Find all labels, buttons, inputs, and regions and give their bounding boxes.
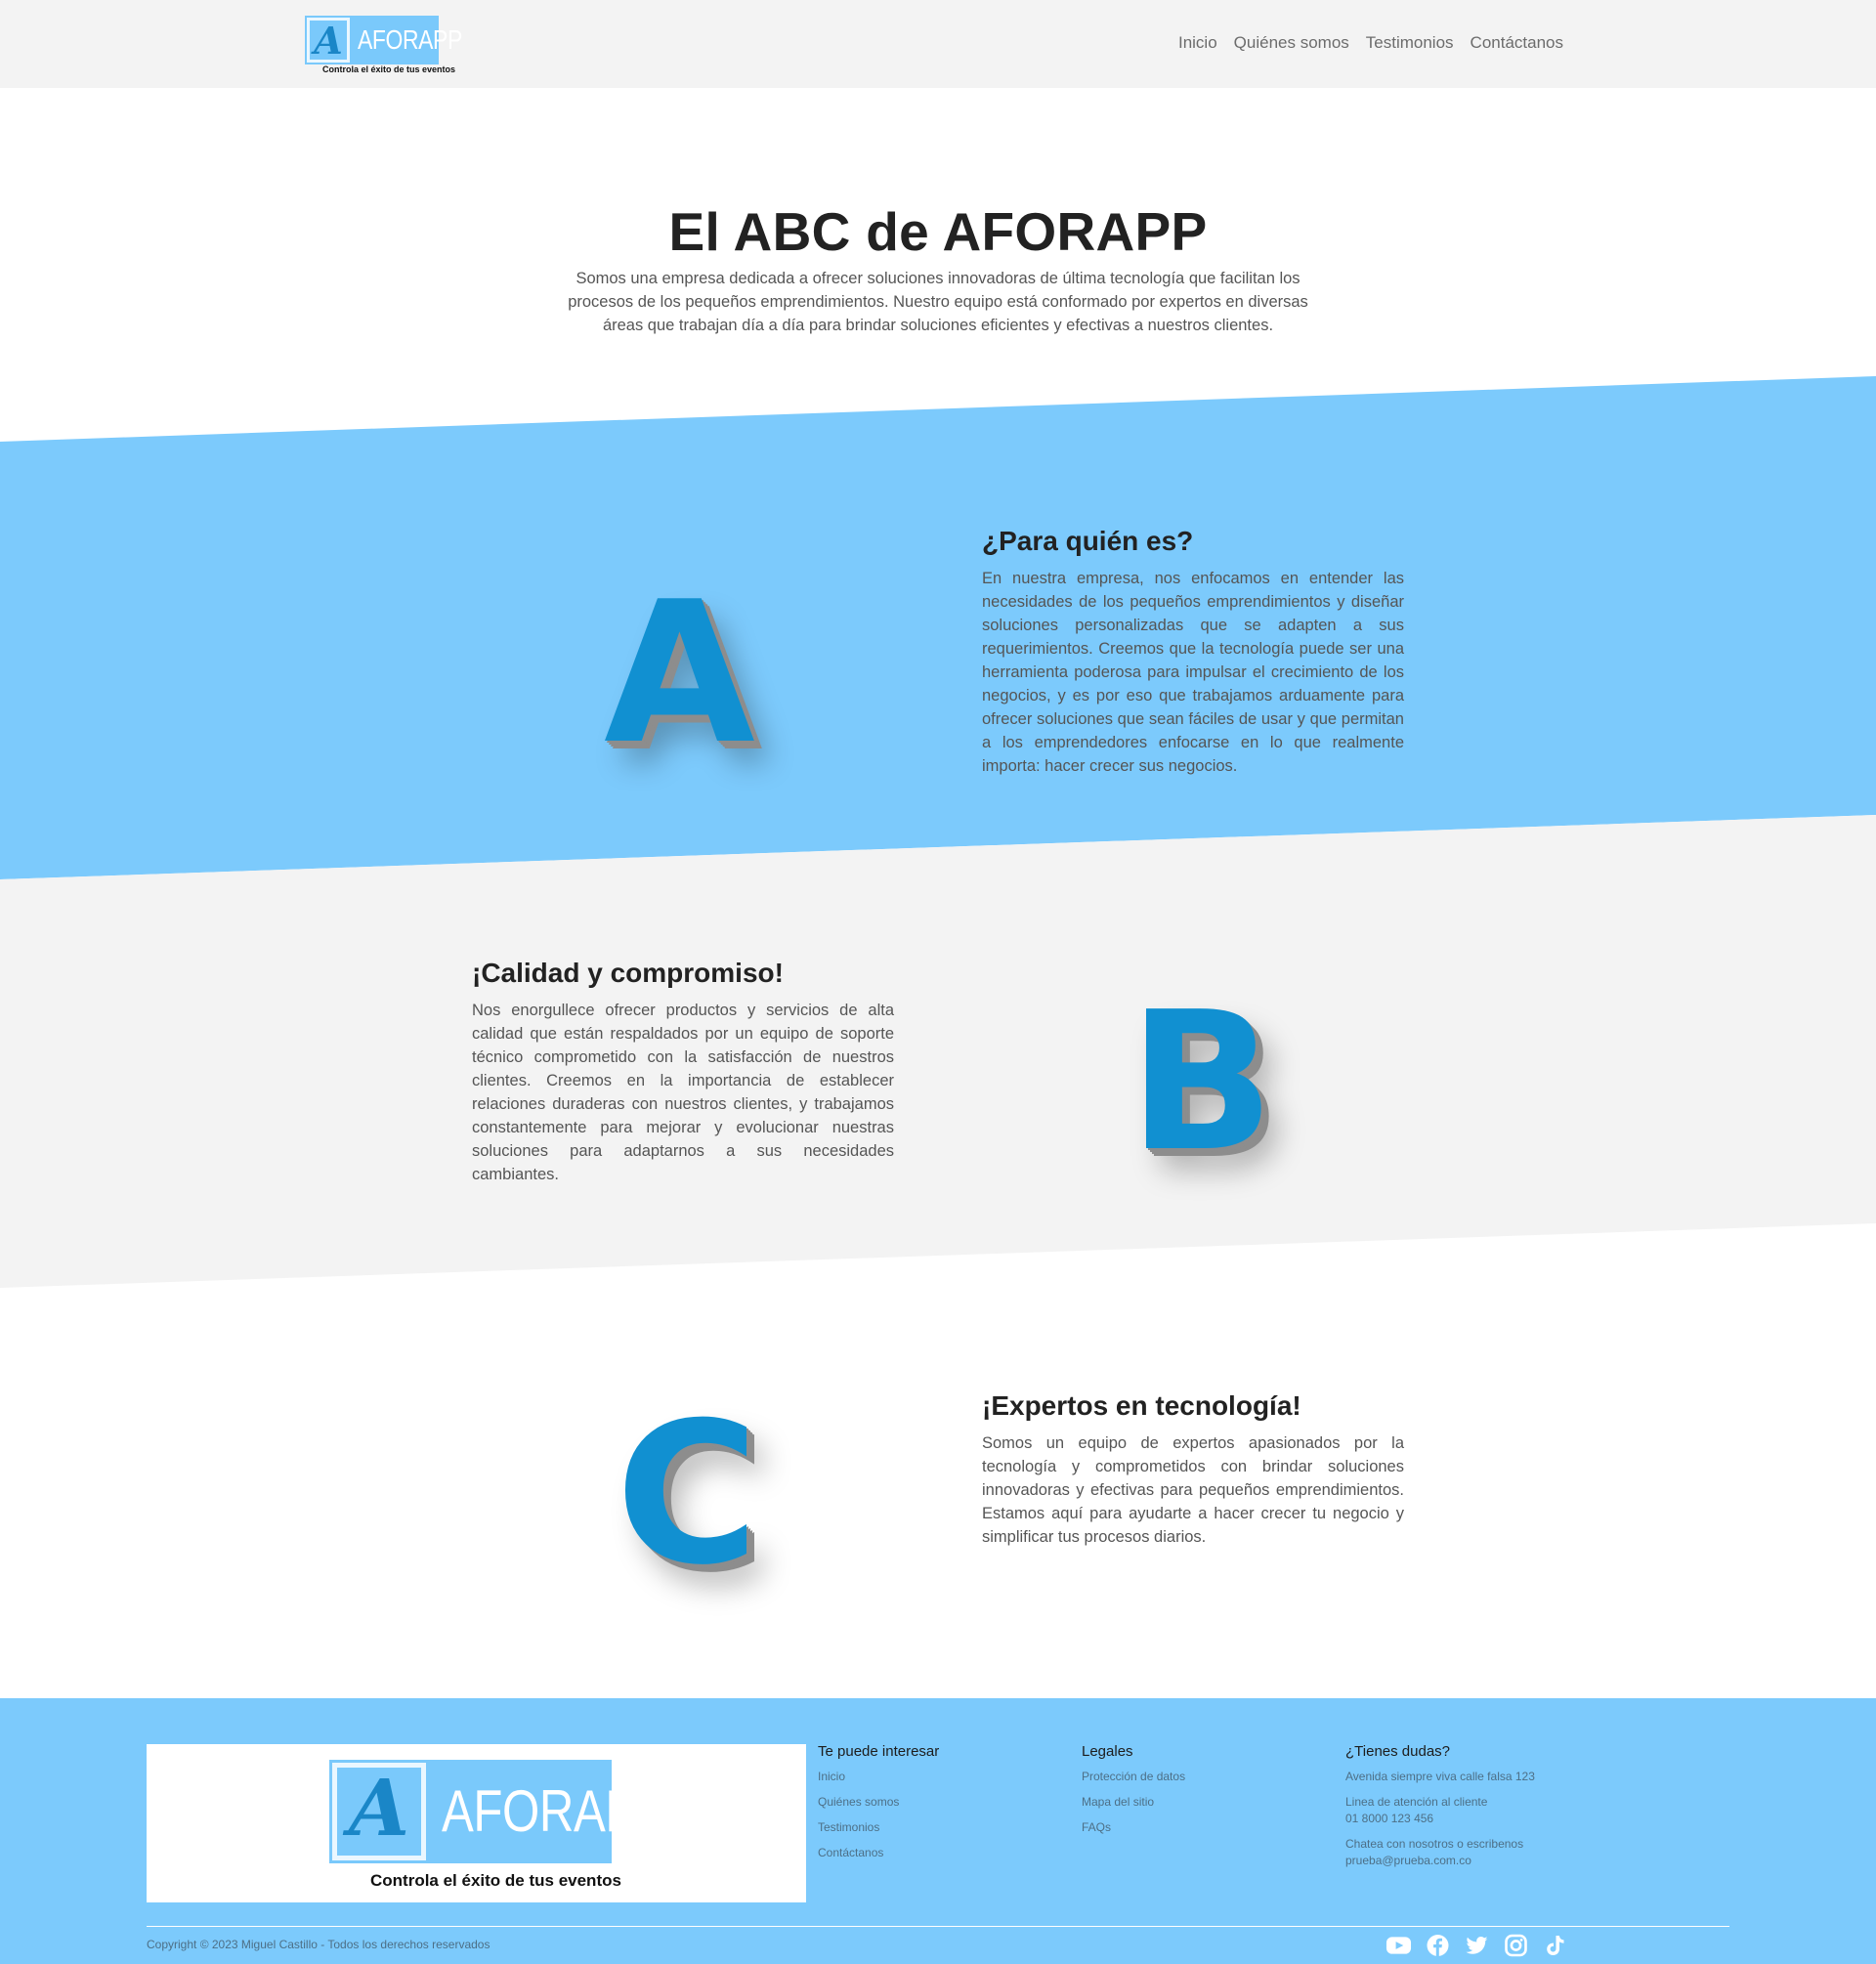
section-calidad-compromiso: ¡Calidad y compromiso! Nos enorgullece o… [472, 958, 894, 1186]
footer-logo-card: A AFORAPP Controla el éxito de tus event… [147, 1744, 806, 1902]
footer-phone-block: Linea de atención al cliente 01 8000 123… [1345, 1794, 1535, 1827]
footer-link-faqs[interactable]: FAQs [1082, 1819, 1185, 1836]
footer-phone-label: Linea de atención al cliente [1345, 1795, 1488, 1809]
footer-link-proteccion-datos[interactable]: Protección de datos [1082, 1769, 1185, 1785]
footer-col-title: Te puede interesar [818, 1743, 940, 1760]
logo-mark: A AFORAPP [329, 1760, 669, 1863]
section-para-quien-es: ¿Para quién es? En nuestra empresa, nos … [982, 526, 1404, 778]
main-nav: Inicio Quiénes somos Testimonios Contáct… [1178, 33, 1563, 53]
footer-link-contactanos[interactable]: Contáctanos [818, 1845, 939, 1861]
logo-letter: A [314, 19, 343, 63]
intro-paragraph: Somos una empresa dedicada a ofrecer sol… [568, 269, 1308, 334]
logo-letter-box: A [307, 18, 350, 63]
footer-email[interactable]: prueba@prueba.com.co [1345, 1853, 1535, 1869]
navbar: A AFORAPP Controla el éxito de tus event… [0, 0, 1876, 88]
footer-col-interes: Te puede interesar Inicio Quiénes somos … [818, 1743, 939, 1870]
logo-wordmark: AFORAPP [442, 1778, 669, 1844]
page-title: El ABC de AFORAPP [668, 200, 1208, 262]
footer-address: Avenida siempre viva calle falsa 123 [1345, 1770, 1535, 1783]
footer-logo[interactable]: A AFORAPP Controla el éxito de tus event… [329, 1760, 669, 1897]
copyright-text: Copyright © 2023 Miguel Castillo - Todos… [147, 1938, 490, 1951]
tiktok-icon[interactable] [1542, 1934, 1568, 1957]
footer: A AFORAPP Controla el éxito de tus event… [0, 1698, 1876, 1964]
twitter-icon[interactable] [1464, 1934, 1490, 1957]
letter-c-graphic: C [616, 1381, 759, 1608]
letter-a-graphic: A [604, 560, 755, 788]
footer-chat-block: Chatea con nosotros o escribenos prueba@… [1345, 1836, 1535, 1869]
section-expertos-tecnologia: ¡Expertos en tecnología! Somos un equipo… [982, 1390, 1404, 1549]
logo-mark: A AFORAPP [305, 16, 462, 64]
footer-divider [147, 1926, 1729, 1927]
footer-link-quienes-somos[interactable]: Quiénes somos [818, 1794, 939, 1811]
footer-col-title: Legales [1082, 1743, 1133, 1760]
youtube-icon[interactable] [1386, 1934, 1412, 1957]
section-body: Nos enorgullece ofrecer productos y serv… [472, 1002, 894, 1183]
section-title: ¿Para quién es? [982, 526, 1194, 556]
nav-link-quienes-somos[interactable]: Quiénes somos [1234, 33, 1349, 53]
social-links [1386, 1934, 1568, 1957]
instagram-icon[interactable] [1503, 1934, 1529, 1957]
section-title: ¡Expertos en tecnología! [982, 1390, 1301, 1421]
facebook-icon[interactable] [1425, 1934, 1451, 1957]
footer-link-mapa-sitio[interactable]: Mapa del sitio [1082, 1794, 1185, 1811]
footer-link-inicio[interactable]: Inicio [818, 1769, 939, 1785]
nav-link-inicio[interactable]: Inicio [1178, 33, 1217, 53]
footer-col-title: ¿Tienes dudas? [1345, 1743, 1451, 1760]
logo-tagline: Controla el éxito de tus eventos [370, 1871, 621, 1890]
section-body: En nuestra empresa, nos enfocamos en ent… [982, 570, 1404, 775]
letter-b-graphic: B [1129, 971, 1275, 1194]
logo-tagline: Controla el éxito de tus eventos [322, 64, 456, 74]
nav-link-contactanos[interactable]: Contáctanos [1471, 33, 1563, 53]
footer-phone[interactable]: 01 8000 123 456 [1345, 1811, 1535, 1827]
header-logo[interactable]: A AFORAPP Controla el éxito de tus event… [305, 16, 462, 76]
footer-col-legales: Legales Protección de datos Mapa del sit… [1082, 1743, 1185, 1845]
footer-col-dudas: ¿Tienes dudas? Avenida siempre viva call… [1345, 1743, 1535, 1878]
logo-wordmark: AFORAPP [358, 24, 462, 55]
footer-chat-label: Chatea con nosotros o escribenos [1345, 1837, 1524, 1851]
section-body: Somos un equipo de expertos apasionados … [982, 1434, 1404, 1546]
section-title: ¡Calidad y compromiso! [472, 958, 784, 988]
nav-link-testimonios[interactable]: Testimonios [1366, 33, 1454, 53]
footer-link-testimonios[interactable]: Testimonios [818, 1819, 939, 1836]
logo-letter: A [348, 1762, 410, 1854]
logo-letter-box: A [332, 1762, 426, 1860]
